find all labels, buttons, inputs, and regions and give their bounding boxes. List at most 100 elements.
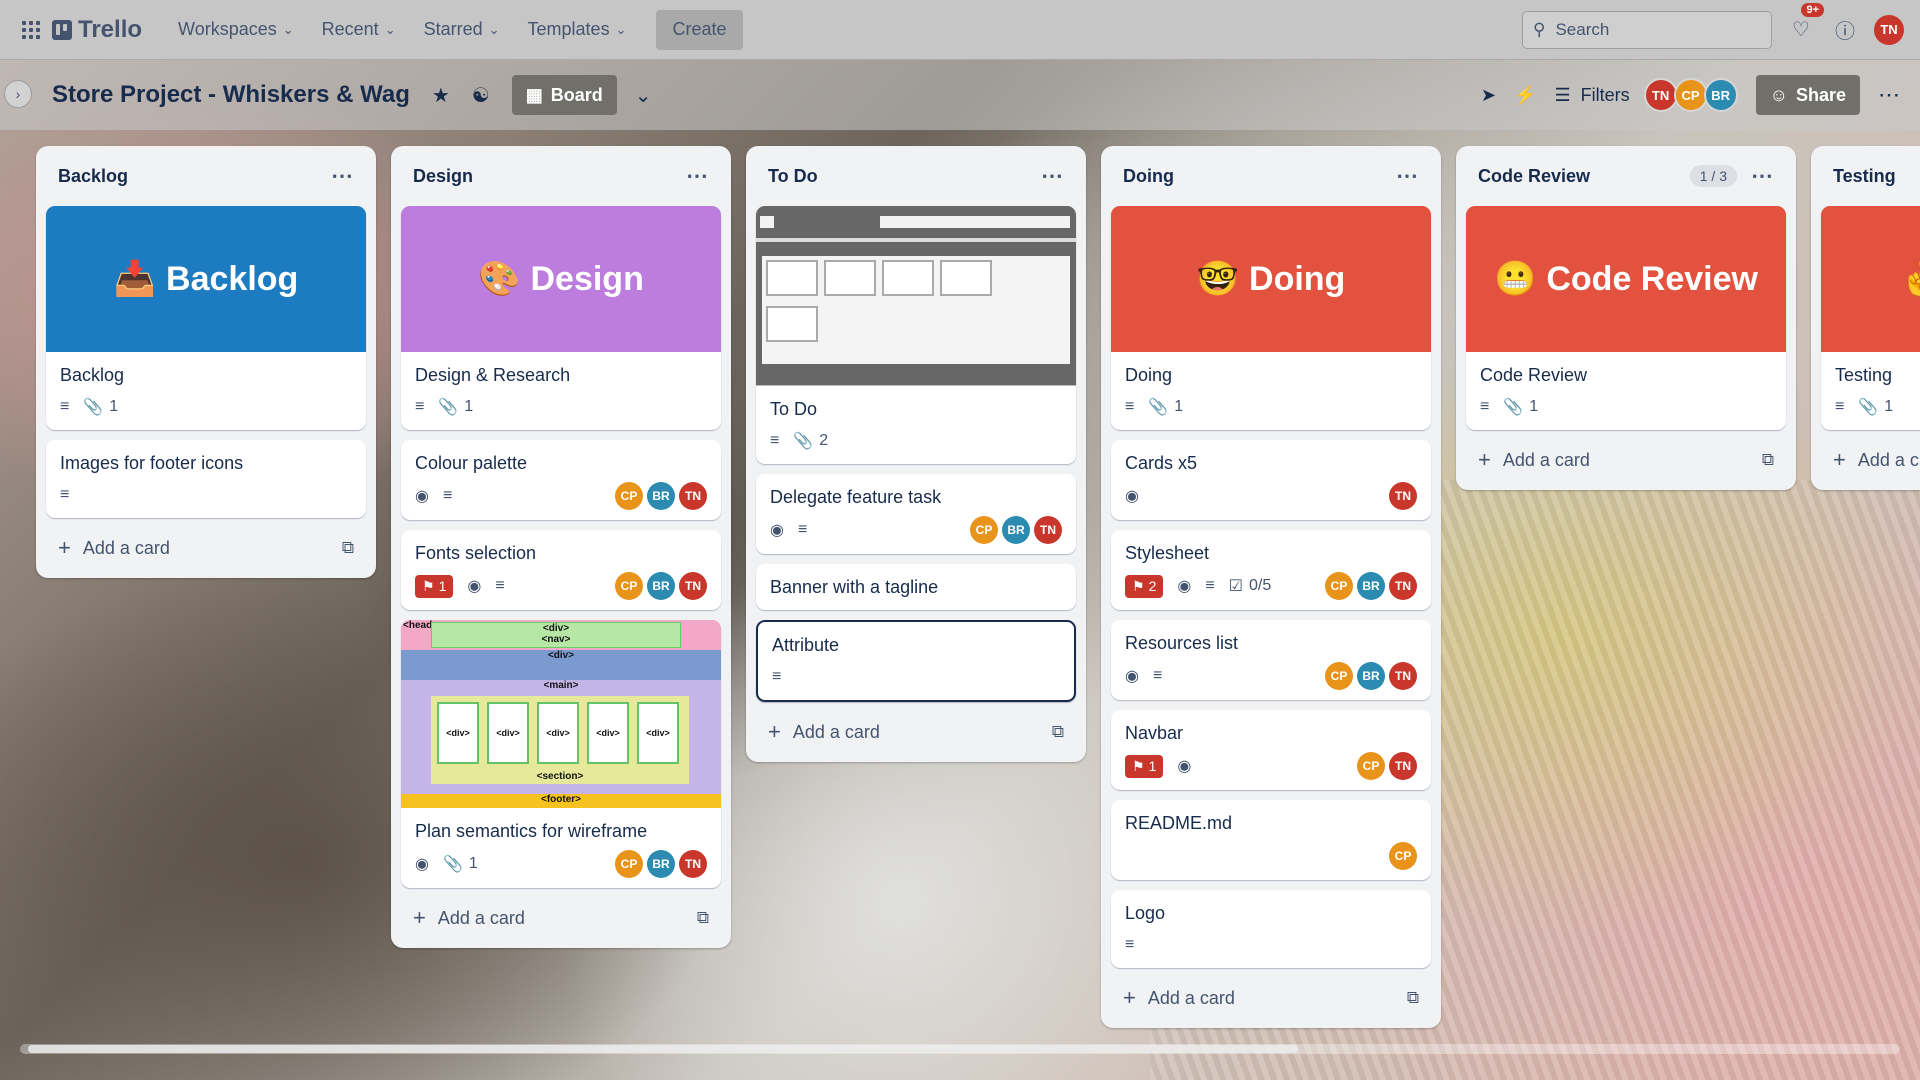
nav-workspaces[interactable]: Workspaces ⌄ — [164, 12, 308, 48]
member-avatar-tn[interactable]: TN — [1389, 752, 1417, 780]
add-card-button[interactable]: + Add a card ⧉ — [1466, 440, 1786, 480]
account-avatar[interactable]: TN — [1874, 14, 1904, 45]
card-template-icon[interactable]: ⧉ — [1407, 988, 1419, 1008]
trello-logo[interactable]: Trello — [52, 16, 142, 44]
card-design-research[interactable]: 🎨 Design Design & Research ≡ 📎 1 — [401, 206, 721, 430]
member-avatar-cp[interactable]: CP — [615, 850, 643, 878]
board-menu-icon[interactable]: ⋯ — [1878, 82, 1900, 108]
card-doing[interactable]: 🤓 Doing Doing ≡ 📎 1 — [1111, 206, 1431, 430]
list-menu-icon[interactable]: ⋯ — [1751, 163, 1774, 189]
member-avatar-tn[interactable]: TN — [1389, 482, 1417, 510]
member-avatar-tn[interactable]: TN — [1389, 572, 1417, 600]
help-button[interactable]: ⓘ — [1830, 15, 1860, 45]
card-template-icon[interactable]: ⧉ — [697, 908, 709, 928]
member-avatar-tn[interactable]: TN — [679, 482, 707, 510]
card-fonts-selection[interactable]: Fonts selection ⚑ 1 ◉ ≡ CP BR TN — [401, 530, 721, 610]
list-header[interactable]: To Do ⋯ — [756, 146, 1076, 206]
card-testing[interactable]: 🤞 Testing ≡ 📎1 — [1821, 206, 1920, 430]
automation-icon[interactable]: ⚡ — [1514, 85, 1536, 106]
list-title[interactable]: Backlog — [58, 166, 128, 187]
card-template-icon[interactable]: ⧉ — [1762, 450, 1774, 470]
member-avatar-br[interactable]: BR — [647, 482, 675, 510]
card-colour-palette[interactable]: Colour palette ◉ ≡ CP BR TN — [401, 440, 721, 520]
member-avatar-cp[interactable]: CP — [1389, 842, 1417, 870]
search-input[interactable]: ⚲ Search — [1522, 10, 1772, 49]
card-plan-semantics[interactable]: <header> <div> <nav> <div> <main> <div> <… — [401, 620, 721, 888]
card-cards-x5[interactable]: Cards x5 ◉ TN — [1111, 440, 1431, 520]
member-avatar-tn[interactable]: TN — [1034, 516, 1062, 544]
scrollbar-thumb[interactable] — [28, 1045, 1298, 1053]
card-backlog[interactable]: 📥 Backlog Backlog ≡ 📎 1 — [46, 206, 366, 430]
list-menu-icon[interactable]: ⋯ — [686, 163, 709, 189]
member-avatar-cp[interactable]: CP — [1357, 752, 1385, 780]
nav-starred[interactable]: Starred ⌄ — [410, 12, 514, 48]
filters-button[interactable]: ☰ Filters — [1554, 85, 1629, 106]
sidebar-expand-icon[interactable]: › — [4, 80, 32, 108]
list-header[interactable]: Code Review 1 / 3 ⋯ — [1466, 146, 1786, 206]
app-switcher-icon[interactable] — [16, 15, 46, 45]
list-menu-icon[interactable]: ⋯ — [331, 163, 354, 189]
add-card-button[interactable]: + Add a card ⧉ — [401, 898, 721, 938]
nav-recent[interactable]: Recent ⌄ — [308, 12, 410, 48]
board-view-button[interactable]: ▦ Board — [511, 75, 617, 115]
member-avatar-cp[interactable]: CP — [1325, 572, 1353, 600]
star-icon[interactable]: ★ — [432, 83, 450, 108]
member-avatar-tn[interactable]: TN — [679, 572, 707, 600]
notifications-button[interactable]: ♡ 9+ — [1786, 2, 1824, 45]
member-avatar-br[interactable]: BR — [1357, 662, 1385, 690]
list-title[interactable]: Design — [413, 166, 473, 187]
plus-icon: + — [1123, 985, 1136, 1010]
card-navbar[interactable]: Navbar ⚑ 1 ◉ CP TN — [1111, 710, 1431, 790]
add-card-button[interactable]: + Add a card ⧉ — [46, 528, 366, 568]
watch-icon: ◉ — [1177, 758, 1192, 775]
create-button[interactable]: Create — [656, 9, 743, 50]
views-chevron-icon[interactable]: ⌄ — [635, 83, 652, 108]
list-menu-icon[interactable]: ⋯ — [1041, 163, 1064, 189]
add-card-button[interactable]: + Add a card ⧉ — [1111, 978, 1431, 1018]
list-header[interactable]: Backlog ⋯ — [46, 146, 366, 206]
member-avatar-br[interactable]: BR — [647, 850, 675, 878]
nav-templates[interactable]: Templates ⌄ — [514, 12, 641, 48]
card-images-footer-icons[interactable]: Images for footer icons ≡ — [46, 440, 366, 518]
member-avatar-br[interactable]: BR — [1002, 516, 1030, 544]
list-title[interactable]: Doing — [1123, 166, 1174, 187]
member-avatar-br[interactable]: BR — [647, 572, 675, 600]
power-ups-icon[interactable]: ➤ — [1481, 85, 1496, 106]
card-readme[interactable]: README.md CP — [1111, 800, 1431, 880]
list-title[interactable]: Testing — [1833, 166, 1896, 187]
member-avatar-cp[interactable]: CP — [615, 482, 643, 510]
card-delegate-feature[interactable]: Delegate feature task ◉ ≡ CP BR TN — [756, 474, 1076, 554]
card-attribute[interactable]: Attribute ≡ — [756, 620, 1076, 702]
list-title[interactable]: Code Review — [1478, 166, 1590, 187]
member-avatar-cp[interactable]: CP — [615, 572, 643, 600]
member-avatar-cp[interactable]: CP — [1325, 662, 1353, 690]
card-resources-list[interactable]: Resources list ◉ ≡ CP BR TN — [1111, 620, 1431, 700]
add-card-button[interactable]: + Add a c — [1821, 440, 1920, 480]
visibility-icon[interactable]: ☯ — [472, 83, 490, 108]
card-code-review[interactable]: 😬 Code Review Code Review ≡ 📎 1 — [1466, 206, 1786, 430]
card-stylesheet[interactable]: Stylesheet ⚑ 2 ◉ ≡ ☑ 0/5 CP BR TN — [1111, 530, 1431, 610]
list-title[interactable]: To Do — [768, 166, 818, 187]
horizontal-scrollbar[interactable] — [20, 1044, 1900, 1054]
add-card-button[interactable]: + Add a card ⧉ — [756, 712, 1076, 752]
member-avatar-cp[interactable]: CP — [1673, 78, 1708, 112]
card-banner-tagline[interactable]: Banner with a tagline — [756, 564, 1076, 610]
card-template-icon[interactable]: ⧉ — [342, 538, 354, 558]
list-header[interactable]: Doing ⋯ — [1111, 146, 1431, 206]
member-avatar-tn[interactable]: TN — [679, 850, 707, 878]
list-menu-icon[interactable]: ⋯ — [1396, 163, 1419, 189]
description-icon: ≡ — [1125, 936, 1135, 953]
member-avatar-br[interactable]: BR — [1703, 78, 1738, 112]
board-title[interactable]: Store Project - Whiskers & Wag — [52, 81, 410, 109]
list-header[interactable]: Design ⋯ — [401, 146, 721, 206]
card-todo[interactable]: To Do ≡ 📎 2 — [756, 206, 1076, 464]
member-avatar-br[interactable]: BR — [1357, 572, 1385, 600]
cover-emoji: 🎨 — [478, 260, 521, 298]
member-avatar-cp[interactable]: CP — [970, 516, 998, 544]
list-header[interactable]: Testing — [1821, 146, 1920, 206]
member-avatar-tn[interactable]: TN — [1389, 662, 1417, 690]
member-avatar-tn[interactable]: TN — [1643, 78, 1678, 112]
card-template-icon[interactable]: ⧉ — [1052, 722, 1064, 742]
card-logo[interactable]: Logo ≡ — [1111, 890, 1431, 968]
share-button[interactable]: ☺ Share — [1755, 75, 1860, 115]
